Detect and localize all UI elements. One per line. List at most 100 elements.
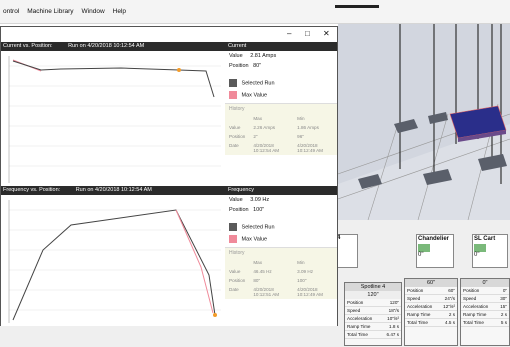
param-label: Speed — [463, 296, 477, 301]
max-value-swatch — [229, 235, 237, 243]
chart-run-label: Run on 4/20/2018 10:12:54 AM — [68, 43, 145, 49]
spotline-control-panel[interactable]: Spotline 4 120" Position 120" Speed 18"/s … — [344, 282, 402, 346]
param-row: Position 120" — [345, 299, 401, 307]
param-label: Total Time — [463, 320, 484, 325]
legend-max-value[interactable]: Max Value — [225, 89, 337, 101]
param-value[interactable]: 15" — [500, 304, 507, 309]
param-value[interactable]: 4.5 s — [445, 320, 455, 325]
chandelier-control-panel[interactable]: 60" Position 60" Speed 24"/s Acceleration 1… — [404, 278, 458, 346]
frequency-position-row: Position 100" — [225, 205, 337, 215]
table-row: Date 4/20/2018 10:12:54 AM 4/20/2018 10:12… — [229, 143, 323, 153]
chart-title: Current vs. Position: — [3, 43, 53, 49]
legend-max-value[interactable]: Max Value — [225, 233, 337, 245]
param-row: Acceleration 12"/s² — [405, 303, 457, 311]
param-label: Position — [347, 300, 364, 305]
frequency-chart: Frequency vs. Position: Run on 4/20/2018… — [1, 186, 225, 326]
frequency-plot[interactable] — [1, 195, 225, 326]
machine-icon — [474, 244, 486, 252]
param-label: Ramp Time — [463, 312, 487, 317]
position-marker — [177, 68, 181, 72]
maximize-button[interactable]: □ — [305, 29, 310, 38]
menu-help[interactable]: Help — [113, 8, 126, 15]
frequency-value-row: Value 3.09 Hz — [225, 195, 337, 205]
tile-sub: 0" — [474, 252, 480, 258]
param-value[interactable]: 1.8 s — [389, 324, 399, 329]
current-plot[interactable] — [1, 51, 225, 186]
table-row: Value 46.45 Hz 3.09 Hz — [229, 269, 314, 274]
history-title: History — [229, 250, 245, 256]
max-value-label: Max Value — [241, 92, 268, 99]
chart-title-bar: Frequency vs. Position: Run on 4/20/2018… — [1, 186, 225, 195]
param-value[interactable]: 2 s — [449, 312, 455, 317]
param-value[interactable]: 10"/s² — [387, 316, 399, 321]
chart-window: – □ ✕ Current vs. Position: Run on 4/20/… — [0, 26, 338, 326]
param-row: Speed 30" — [461, 295, 509, 303]
menu-bar: ontrol Machine Library Window Help — [0, 0, 510, 24]
selected-run-swatch — [229, 223, 237, 231]
close-button[interactable]: ✕ — [323, 29, 330, 38]
param-label: Position — [407, 288, 424, 293]
window-titlebar[interactable]: – □ ✕ — [1, 27, 337, 43]
chart-title-bar: Current vs. Position: Run on 4/20/2018 1… — [1, 42, 225, 51]
param-row: Position 60" — [405, 287, 457, 295]
legend-selected-run[interactable]: Selected Run — [225, 77, 337, 89]
param-label: Ramp Time — [347, 324, 371, 329]
frequency-position: 100" — [253, 207, 265, 213]
table-row: Position 2" 96" — [229, 134, 304, 139]
param-value[interactable]: 30" — [500, 296, 507, 301]
chart-run-label: Run on 4/20/2018 10:12:54 AM — [75, 187, 152, 193]
param-row: Acceleration 15" — [461, 303, 509, 311]
max-value-label: Max Value — [241, 236, 268, 243]
menu-window[interactable]: Window — [82, 8, 105, 15]
selected-run-label: Selected Run — [241, 224, 275, 231]
tile-title: SL Cart — [474, 236, 496, 242]
position-label: Position — [229, 207, 249, 213]
param-value[interactable]: 60" — [448, 288, 455, 293]
selected-run-label: Selected Run — [241, 80, 275, 87]
param-value[interactable]: 6.47 s — [386, 332, 399, 337]
current-value-row: Value 2.81 Amps — [225, 51, 337, 61]
legend-selected-run[interactable]: Selected Run — [225, 221, 337, 233]
position-marker — [213, 313, 217, 317]
selected-run-swatch — [229, 79, 237, 87]
current-info-panel: Current Value 2.81 Amps Position 80" Sel… — [225, 42, 337, 186]
frequency-value: 3.09 Hz — [250, 197, 270, 203]
param-label: Total Time — [407, 320, 428, 325]
table-row: Position 80" 100" — [229, 278, 307, 283]
col-max: Max — [253, 260, 263, 265]
param-row: Total Time 6.47 s — [345, 331, 401, 339]
minimize-button[interactable]: – — [287, 29, 291, 38]
frequency-info-panel: Frequency Value 3.09 Hz Position 100" Se… — [225, 186, 337, 326]
machine-tile-sl-cart[interactable]: SL Cart 0" — [472, 234, 508, 268]
machine-tile-chandelier[interactable]: Chandelier 0" — [416, 234, 454, 268]
chart-title: Frequency vs. Position: — [3, 187, 61, 193]
param-label: Speed — [347, 308, 361, 313]
col-min: Min — [297, 260, 305, 265]
value-label: Value — [229, 197, 243, 203]
position-label: Position — [229, 63, 249, 69]
sl-cart-control-panel[interactable]: 0" Position 0" Speed 30" Acceleration 15" R… — [460, 278, 510, 346]
tile-title: Chandelier — [418, 236, 450, 242]
param-value[interactable]: 5 s — [501, 320, 507, 325]
current-header: Current — [225, 42, 337, 51]
panel-header: 0" — [461, 279, 509, 287]
frequency-history: History Max Min Value 46.45 Hz 3.09 Hz Posi… — [225, 247, 337, 299]
table-row: Date 4/20/2018 10:12:51 AM 4/20/2018 10:12… — [229, 287, 323, 297]
machine-icon — [418, 244, 430, 252]
current-value: 2.81 Amps — [250, 53, 277, 59]
param-row: Total Time 4.5 s — [405, 319, 457, 327]
param-value[interactable]: 18"/s — [389, 308, 399, 313]
3d-viewport[interactable] — [338, 24, 510, 220]
param-label: Acceleration — [407, 304, 433, 309]
param-value[interactable]: 2 s — [501, 312, 507, 317]
param-value[interactable]: 24"/s — [445, 296, 455, 301]
panel-header: Spotline 4 — [345, 283, 401, 291]
param-row: Ramp Time 2 s — [461, 311, 509, 319]
param-value[interactable]: 120" — [390, 300, 399, 305]
param-value[interactable]: 12"/s² — [443, 304, 455, 309]
param-label: Ramp Time — [407, 312, 431, 317]
menu-machine-library[interactable]: Machine Library — [27, 8, 73, 15]
param-value[interactable]: 0" — [503, 288, 507, 293]
menu-control[interactable]: ontrol — [3, 8, 19, 15]
param-row: Total Time 5 s — [461, 319, 509, 327]
